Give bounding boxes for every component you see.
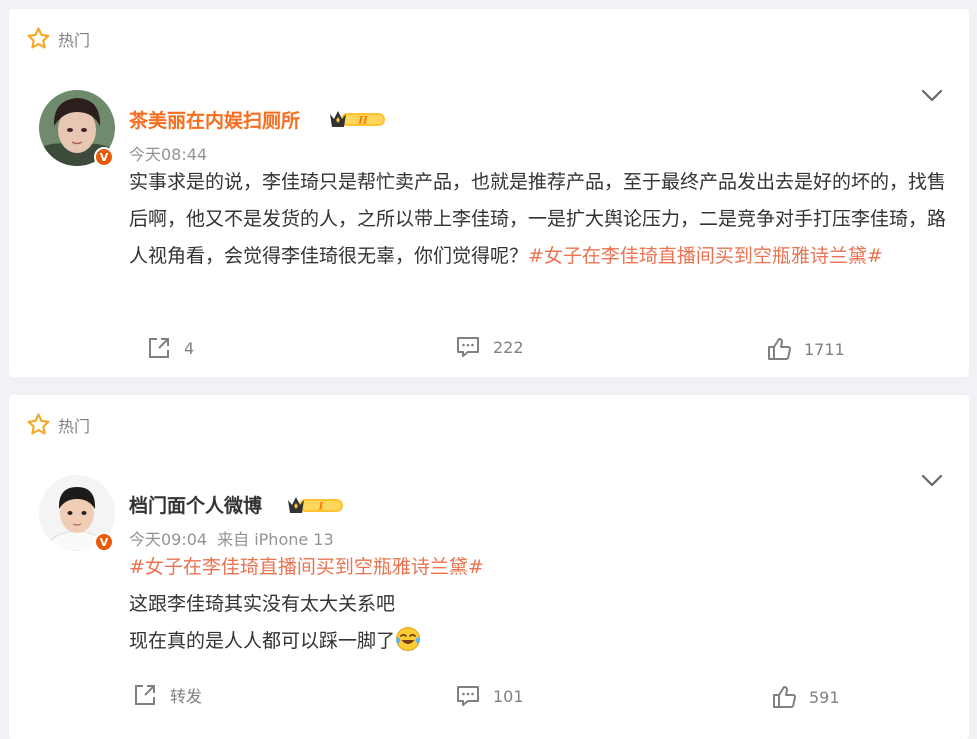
star-icon <box>27 413 50 435</box>
like-count: 1711 <box>804 339 845 359</box>
post-meta: 今天09:04 来自 iPhone 13 <box>129 526 334 550</box>
crown-icon: I <box>288 497 343 513</box>
crying-laughing-emoji-icon <box>396 627 421 651</box>
post-meta: 今天08:44 <box>129 141 207 165</box>
thumbs-up-icon <box>773 686 797 708</box>
post-line: 现在真的是人人都可以踩一脚了 <box>129 623 949 660</box>
verified-badge: V <box>94 532 114 552</box>
comment-button[interactable]: 101 <box>455 683 524 709</box>
author-name[interactable]: 茶美丽在内娱扫厕所 <box>129 106 300 133</box>
share-icon <box>149 338 169 358</box>
hot-text: 热门 <box>58 30 91 50</box>
comment-icon <box>457 337 479 357</box>
like-button[interactable]: 591 <box>771 684 840 710</box>
chevron-down-icon[interactable] <box>921 89 943 103</box>
repost-button[interactable]: 4 <box>146 335 194 361</box>
comment-button[interactable]: 222 <box>455 334 524 360</box>
level-text: II <box>357 116 368 127</box>
post-time[interactable]: 今天08:44 <box>129 145 207 164</box>
chevron-down-icon[interactable] <box>921 474 943 488</box>
repost-count: 4 <box>184 338 195 358</box>
post-line-text: 现在真的是人人都可以踩一脚了 <box>129 630 396 652</box>
repost-label: 转发 <box>170 687 203 706</box>
hashtag-link[interactable]: #女子在李佳琦直播间买到空瓶雅诗兰黛# <box>129 549 949 586</box>
verified-badge: V <box>94 147 114 167</box>
comment-icon <box>457 686 479 706</box>
crown-icon: II <box>330 111 385 127</box>
post-time[interactable]: 今天09:04 <box>129 530 207 549</box>
post-card: 热门 V 档门面个人微博 I 今天09:04 来自 iPhone 13 #女子在李… <box>9 395 969 739</box>
post-source: 来自 iPhone 13 <box>217 530 334 549</box>
level-text: I <box>318 502 324 513</box>
author-name[interactable]: 档门面个人微博 <box>129 491 262 518</box>
thumbs-up-icon <box>768 338 792 360</box>
comment-count: 222 <box>493 337 524 357</box>
post-card: 热门 V 茶美丽在内娱扫厕所 II 今天08:44 实事求是的说，李佳琦只是帮忙… <box>9 9 969 377</box>
post-line: 这跟李佳琦其实没有太大关系吧 <box>129 593 396 615</box>
post-text: 实事求是的说，李佳琦只是帮忙卖产品，也就是推荐产品，至于最终产品发出去是好的坏的… <box>129 164 949 275</box>
hashtag-link[interactable]: #女子在李佳琦直播间买到空瓶雅诗兰黛# <box>528 245 883 267</box>
star-icon <box>27 27 50 49</box>
share-icon <box>135 685 155 705</box>
hot-label: 热门 <box>26 412 90 437</box>
like-count: 591 <box>809 687 840 707</box>
like-button[interactable]: 1711 <box>766 336 845 362</box>
post-text: #女子在李佳琦直播间买到空瓶雅诗兰黛# 这跟李佳琦其实没有太大关系吧 现在真的是… <box>129 549 949 660</box>
comment-count: 101 <box>493 686 524 706</box>
repost-button[interactable]: 转发 <box>132 682 202 708</box>
hot-text: 热门 <box>58 416 91 436</box>
hot-label: 热门 <box>26 26 90 51</box>
